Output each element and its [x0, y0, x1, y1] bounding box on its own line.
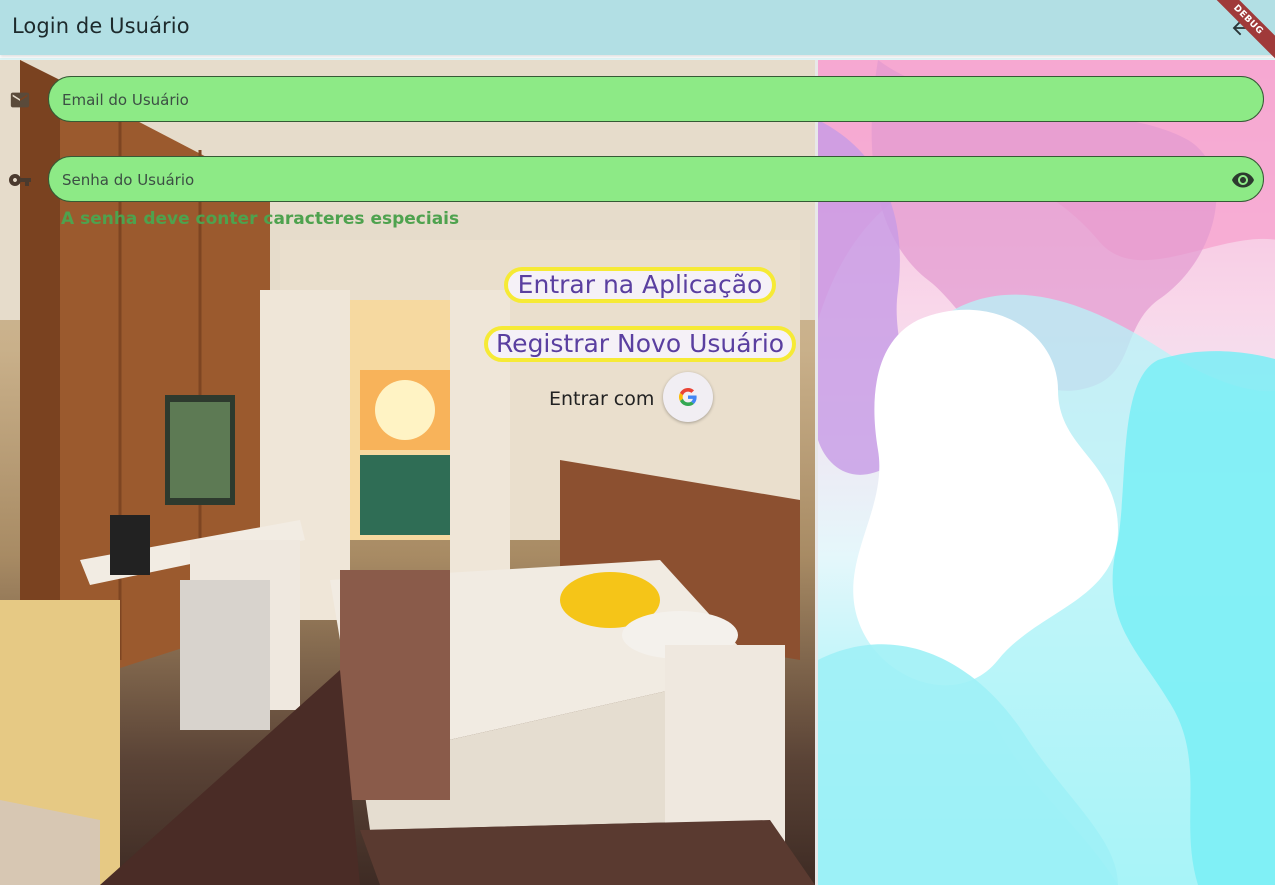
login-button[interactable]: Entrar na Aplicação: [504, 267, 776, 303]
google-icon: [679, 388, 697, 406]
social-login-label: Entrar com: [549, 388, 655, 410]
password-field[interactable]: [48, 156, 1264, 203]
social-login-row: Entrar com: [549, 372, 719, 424]
email-input[interactable]: [60, 77, 1224, 123]
app-bar: Login de Usuário: [0, 0, 1275, 55]
mail-icon: [8, 88, 32, 112]
password-input[interactable]: [60, 157, 1224, 203]
google-signin-button[interactable]: [663, 372, 713, 422]
email-field[interactable]: [48, 76, 1264, 123]
password-row: [0, 156, 1275, 204]
password-helper-text: A senha deve conter caracteres especiais: [61, 209, 460, 229]
email-row: [0, 76, 1275, 124]
toggle-password-visibility-button[interactable]: [1231, 168, 1255, 192]
key-icon: [8, 168, 32, 192]
register-button[interactable]: Registrar Novo Usuário: [484, 326, 796, 362]
page-title: Login de Usuário: [12, 14, 190, 38]
eye-icon: [1232, 172, 1254, 188]
